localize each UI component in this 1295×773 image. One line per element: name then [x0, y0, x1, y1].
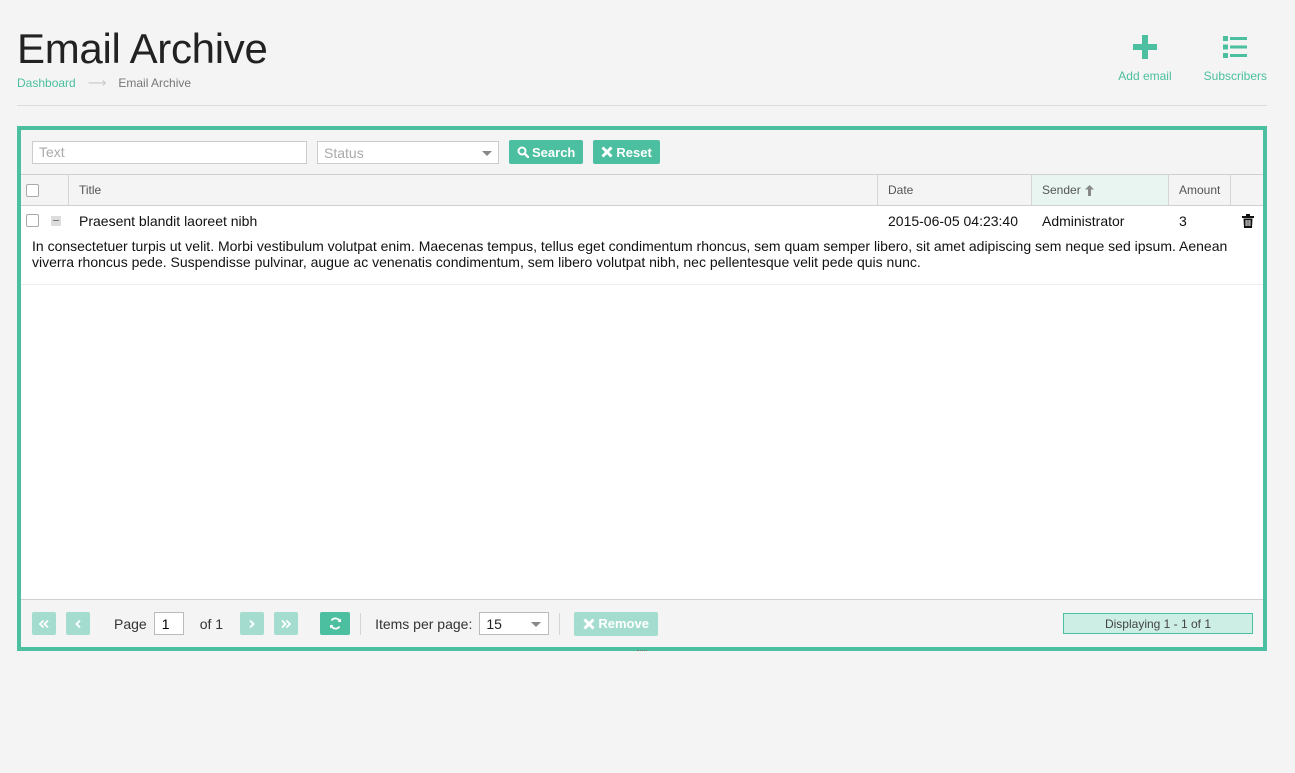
display-info: Displaying 1 - 1 of 1 — [1063, 613, 1253, 634]
trash-icon[interactable] — [1242, 213, 1254, 228]
search-button-label: Search — [532, 144, 576, 160]
column-header-amount[interactable]: Amount — [1169, 175, 1231, 205]
filter-toolbar: Status Search Reset — [21, 130, 1263, 175]
resize-handle[interactable] — [637, 650, 647, 653]
grid-body: Praesent blandit laoreet nibh 2015-06-05… — [21, 206, 1263, 285]
first-page-button[interactable] — [32, 612, 56, 635]
list-icon — [1222, 34, 1248, 60]
pagination-bar: Page of 1 Items per page: 15 Remove Disp… — [21, 599, 1263, 647]
status-filter-select[interactable]: Status — [317, 140, 499, 164]
caret-down-icon — [482, 150, 492, 156]
items-per-page-value: 15 — [486, 616, 502, 632]
refresh-button[interactable] — [320, 612, 351, 635]
breadcrumb-dashboard-link[interactable]: Dashboard — [17, 76, 76, 90]
cell-title: Praesent blandit laoreet nibh — [79, 212, 258, 229]
header-divider — [17, 105, 1267, 106]
grid-header: Title Date Sender Amount — [21, 175, 1263, 206]
select-all-checkbox[interactable] — [26, 183, 39, 197]
remove-button[interactable]: Remove — [574, 611, 658, 636]
column-header-sender-label: Sender — [1042, 183, 1081, 197]
cell-sender: Administrator — [1042, 212, 1125, 229]
breadcrumb-current: Email Archive — [118, 76, 192, 90]
pager-separator — [360, 612, 362, 635]
cell-actions — [1231, 206, 1263, 235]
add-email-button[interactable]: Add email — [1118, 34, 1172, 83]
header-actions: Add email Subscribers — [1086, 34, 1267, 83]
cell-amount: 3 — [1179, 212, 1187, 229]
pager-separator — [559, 612, 561, 635]
column-header-date[interactable]: Date — [878, 175, 1032, 205]
breadcrumb: Dashboard ⟶ Email Archive — [17, 75, 191, 91]
double-chevron-right-icon — [281, 619, 292, 628]
select-all-cell — [21, 175, 69, 205]
collapse-row-icon[interactable] — [51, 215, 61, 226]
row-detail-text: In consectetuer turpis ut velit. Morbi v… — [21, 235, 1263, 285]
sort-ascending-icon — [1084, 184, 1094, 196]
chevron-left-icon — [75, 619, 81, 628]
refresh-icon — [329, 617, 341, 630]
items-per-page-label: Items per page: — [375, 615, 473, 632]
page-number-input[interactable] — [153, 612, 184, 635]
column-header-title[interactable]: Title — [69, 175, 878, 205]
row-select-cell — [21, 206, 69, 235]
reset-button-label: Reset — [616, 144, 652, 160]
column-header-sender[interactable]: Sender — [1032, 175, 1169, 205]
caret-down-icon — [531, 622, 542, 627]
last-page-button[interactable] — [274, 612, 299, 635]
page-label: Page — [114, 615, 147, 632]
close-icon — [601, 146, 613, 158]
subscribers-button[interactable]: Subscribers — [1204, 34, 1267, 83]
chevron-right-icon — [249, 619, 255, 628]
search-icon — [517, 146, 529, 158]
page-count-label: of 1 — [199, 615, 224, 632]
add-email-label: Add email — [1118, 69, 1172, 83]
reset-button[interactable]: Reset — [593, 140, 660, 164]
next-page-button[interactable] — [240, 612, 265, 635]
table-row[interactable]: Praesent blandit laoreet nibh 2015-06-05… — [21, 206, 1263, 235]
arrow-right-icon: ⟶ — [87, 75, 107, 90]
close-icon — [583, 617, 595, 630]
row-checkbox[interactable] — [26, 214, 39, 227]
subscribers-label: Subscribers — [1203, 69, 1267, 83]
remove-button-label: Remove — [598, 616, 649, 631]
text-filter-input[interactable] — [32, 140, 307, 164]
search-button[interactable]: Search — [509, 140, 584, 164]
prev-page-button[interactable] — [66, 612, 90, 635]
items-per-page-select[interactable]: 15 — [479, 612, 550, 635]
email-grid: Status Search Reset Title Date Sender Am… — [17, 126, 1267, 651]
column-header-actions — [1231, 175, 1263, 205]
status-select-value: Status — [324, 144, 364, 161]
page-title: Email Archive — [17, 25, 268, 72]
plus-icon — [1132, 34, 1158, 60]
double-chevron-left-icon — [39, 619, 49, 628]
cell-date: 2015-06-05 04:23:40 — [888, 212, 1018, 229]
